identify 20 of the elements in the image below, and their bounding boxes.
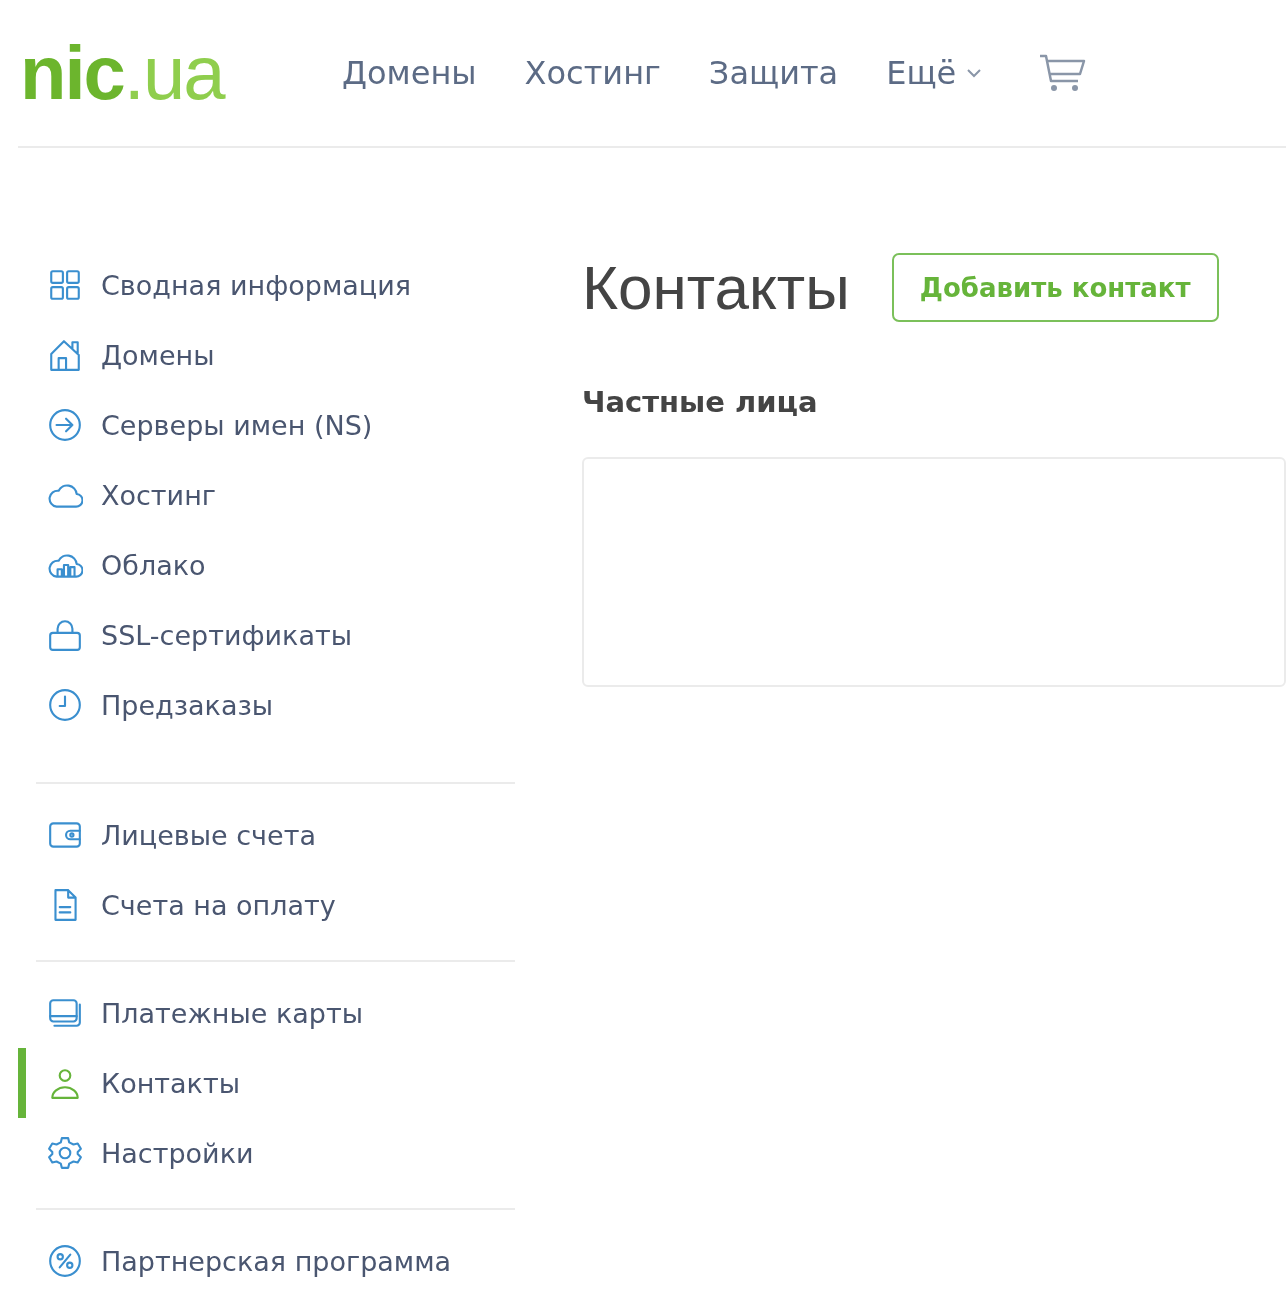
sidebar-item[interactable]: Контакты [36, 1048, 515, 1118]
sidebar-item[interactable]: Платежные карты [36, 978, 515, 1048]
sidebar-item[interactable]: Партнерская программа [36, 1226, 515, 1296]
sidebar-item[interactable]: Лицевые счета [36, 800, 515, 870]
sidebar-item[interactable]: Сводная информация [36, 250, 515, 320]
sidebar-item[interactable]: Предзаказы [36, 670, 515, 740]
nav-link[interactable]: Домены [342, 54, 477, 92]
sidebar-item[interactable]: Облако [36, 530, 515, 600]
nav-link[interactable]: Хостинг [524, 54, 661, 92]
sidebar-item[interactable]: SSL-сертификаты [36, 600, 515, 670]
sidebar-item[interactable]: Настройки [36, 1118, 515, 1188]
nav-link[interactable]: Защита [708, 54, 839, 92]
cart-icon[interactable] [1038, 53, 1087, 93]
sidebar-item[interactable]: Домены [36, 320, 515, 390]
page-title: Контакты [582, 252, 850, 323]
nav-link[interactable]: Ещё [886, 54, 983, 92]
sidebar-item[interactable]: Счета на оплату [36, 870, 515, 940]
section-heading: Частные лица [582, 385, 819, 419]
sidebar-item[interactable]: Серверы имен (NS) [36, 390, 515, 460]
sidebar-item[interactable]: Хостинг [36, 460, 515, 530]
